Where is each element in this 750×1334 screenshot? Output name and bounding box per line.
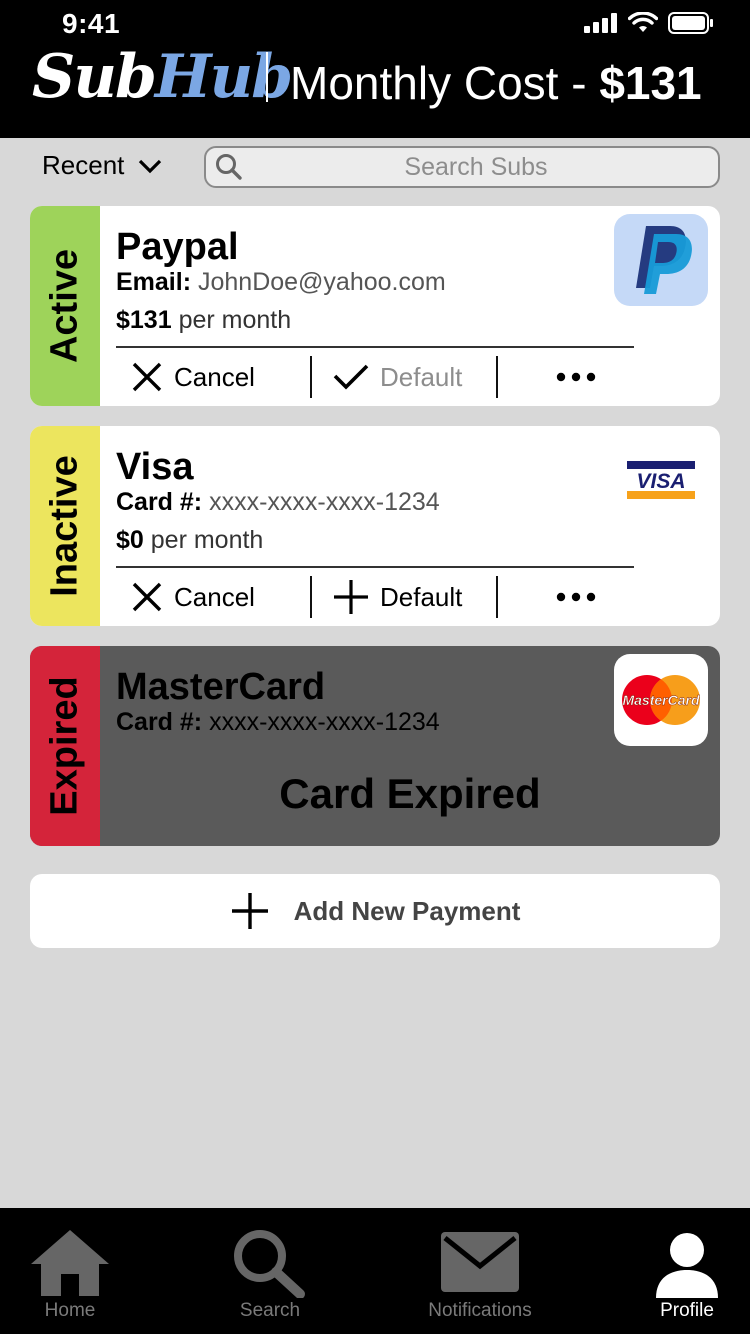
- payment-card-paypal[interactable]: Active Paypal Email: JohnDoe@yahoo.com $…: [30, 206, 720, 406]
- card-actions: Cancel Default: [116, 576, 636, 618]
- tab-notifications-label: Notifications: [428, 1300, 532, 1321]
- monthly-cost: Monthly Cost - $131: [290, 56, 702, 110]
- status-tag-expired: Expired: [30, 646, 100, 846]
- tab-bar: Home Search Notifications Profile: [0, 1208, 750, 1334]
- search-input[interactable]: [246, 150, 706, 184]
- status-tag-label: Active: [43, 248, 86, 364]
- card-detail: Card #: xxxx-xxxx-xxxx-1234: [116, 708, 440, 737]
- plus-icon: [231, 893, 268, 929]
- default-button[interactable]: Default: [332, 356, 462, 398]
- more-options-button[interactable]: [556, 356, 596, 398]
- set-default-button[interactable]: Default: [332, 576, 462, 618]
- card-detail-key: Email:: [116, 268, 192, 296]
- card-price: $0 per month: [116, 526, 263, 555]
- card-divider: [116, 346, 634, 348]
- status-tag-label: Expired: [43, 676, 86, 816]
- chevron-down-icon: [139, 159, 162, 173]
- visa-logo-text: VISA: [636, 470, 685, 493]
- cancel-button[interactable]: Cancel: [130, 356, 255, 398]
- card-price-amount: $131: [116, 306, 172, 334]
- tab-profile[interactable]: Profile: [618, 1208, 750, 1334]
- status-tag-inactive: Inactive: [30, 426, 100, 626]
- close-icon: [132, 362, 162, 392]
- more-dots-icon: [556, 592, 596, 602]
- logo-sub-text: Sub: [32, 42, 157, 112]
- card-name: MasterCard: [116, 666, 326, 708]
- app-logo: SubHub: [32, 42, 293, 112]
- card-divider: [116, 566, 634, 568]
- search-box[interactable]: [204, 146, 720, 188]
- card-detail: Email: JohnDoe@yahoo.com: [116, 268, 446, 297]
- profile-icon: [656, 1233, 718, 1298]
- add-new-payment-button[interactable]: Add New Payment: [30, 874, 720, 948]
- app-header: 9:41 SubHub Monthly Cost - $131: [0, 0, 750, 138]
- plus-icon: [334, 580, 368, 614]
- tab-profile-label: Profile: [660, 1300, 714, 1321]
- visa-logo-icon: VISA: [614, 434, 708, 526]
- wifi-icon: [628, 12, 658, 32]
- payment-card-visa[interactable]: Inactive Visa Card #: xxxx-xxxx-xxxx-123…: [30, 426, 720, 626]
- header-divider: [266, 52, 268, 102]
- status-tag-active: Active: [30, 206, 100, 406]
- tab-search-label: Search: [239, 1300, 301, 1321]
- status-icons: [584, 12, 714, 34]
- payment-card-mastercard[interactable]: Expired MasterCard Card #: xxxx-xxxx-xxx…: [30, 646, 720, 846]
- card-detail: Card #: xxxx-xxxx-xxxx-1234: [116, 488, 440, 517]
- card-price-unit: per month: [178, 306, 292, 334]
- card-detail-value: JohnDoe@yahoo.com: [197, 268, 446, 296]
- card-detail-key: Card #:: [116, 708, 203, 736]
- close-icon: [132, 582, 162, 612]
- filter-row: Recent: [0, 138, 750, 200]
- action-separator: [310, 576, 312, 618]
- card-price: $131 per month: [116, 306, 291, 335]
- search-icon: [216, 154, 242, 180]
- card-price-amount: $0: [116, 526, 144, 554]
- more-options-button[interactable]: [556, 576, 596, 618]
- cancel-button-label: Cancel: [174, 361, 255, 392]
- card-detail-value: xxxx-xxxx-xxxx-1234: [209, 488, 440, 516]
- mail-icon: [441, 1232, 519, 1292]
- card-name: Paypal: [116, 226, 239, 268]
- status-time: 9:41: [62, 8, 121, 39]
- card-detail-key: Card #:: [116, 488, 203, 516]
- cancel-button[interactable]: Cancel: [130, 576, 255, 618]
- action-separator: [310, 356, 312, 398]
- tab-search[interactable]: Search: [200, 1208, 340, 1334]
- logo-hub-text: Hub: [154, 42, 293, 112]
- cancel-button-label: Cancel: [174, 581, 255, 612]
- mastercard-logo-icon: MasterCard: [614, 654, 708, 746]
- battery-icon: [668, 12, 713, 34]
- default-button-label: Default: [380, 581, 463, 612]
- home-icon: [31, 1230, 109, 1296]
- mastercard-logo-text: MasterCard: [622, 692, 699, 708]
- card-name: Visa: [116, 446, 194, 488]
- card-expired-message: Card Expired: [279, 770, 541, 817]
- status-tag-label: Inactive: [43, 455, 86, 597]
- monthly-cost-value: $131: [599, 57, 702, 109]
- tab-home-label: Home: [44, 1300, 96, 1321]
- card-price-unit: per month: [150, 526, 264, 554]
- tab-home[interactable]: Home: [0, 1208, 140, 1334]
- tab-notifications[interactable]: Notifications: [410, 1208, 550, 1334]
- action-separator: [496, 576, 498, 618]
- sort-dropdown[interactable]: Recent: [42, 150, 162, 181]
- monthly-cost-label: Monthly Cost -: [290, 57, 600, 109]
- paypal-logo-icon: [614, 214, 708, 306]
- more-dots-icon: [556, 372, 596, 382]
- sort-dropdown-label: Recent: [42, 150, 125, 180]
- search-icon: [234, 1230, 305, 1298]
- action-separator: [496, 356, 498, 398]
- card-detail-value: xxxx-xxxx-xxxx-1234: [209, 708, 440, 736]
- cellular-signal-icon: [584, 13, 617, 33]
- default-button-label: Default: [380, 361, 463, 392]
- card-actions: Cancel Default: [116, 356, 636, 398]
- checkmark-icon: [333, 364, 369, 390]
- add-new-payment-label: Add New Payment: [293, 895, 521, 926]
